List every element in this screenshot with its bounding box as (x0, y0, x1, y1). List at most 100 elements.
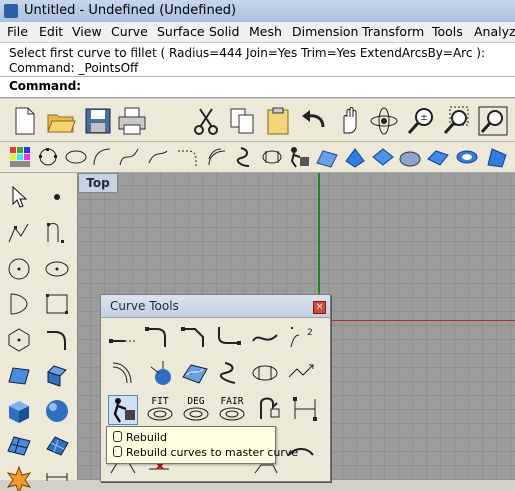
app-icon (4, 4, 18, 18)
point-icon[interactable] (44, 184, 70, 210)
fillet-corner-icon[interactable] (143, 323, 171, 351)
x-axis-line (320, 320, 515, 321)
offset-curve-tool-icon[interactable] (109, 359, 137, 387)
cylinder-curves-icon[interactable] (260, 145, 284, 169)
menu-bar: File Edit View Curve Surface Solid Mesh … (0, 22, 515, 43)
fit-curve-icon[interactable] (146, 405, 174, 423)
main-toolbar: ± (0, 99, 515, 142)
window-title: Untitled - Undefined (Undefined) (24, 3, 237, 18)
copy-icon[interactable] (226, 105, 258, 137)
save-icon[interactable] (82, 105, 114, 137)
command-history: Select first curve to fillet ( Radius=44… (9, 46, 485, 60)
menu-edit[interactable]: Edit (39, 24, 63, 39)
tooltip-line-2: Rebuild curves to master curve (113, 446, 298, 459)
command-prompt[interactable]: Command: (9, 79, 81, 93)
panel-titlebar[interactable]: Curve Tools × (101, 295, 330, 318)
color-grid-icon[interactable] (8, 145, 32, 169)
freeform-icon[interactable] (146, 145, 170, 169)
cut-icon[interactable] (190, 105, 222, 137)
undo-icon[interactable] (297, 105, 329, 137)
zoom-window-icon[interactable] (440, 105, 472, 137)
ellipse-icon[interactable] (64, 145, 88, 169)
surface-corner-icon[interactable] (6, 362, 32, 388)
offset-curve-icon[interactable] (205, 145, 229, 169)
menu-solid[interactable]: Solid (209, 24, 239, 39)
menu-analyze[interactable]: Analyze (474, 24, 515, 39)
rectangle-icon[interactable] (44, 291, 70, 317)
menu-mesh[interactable]: Mesh (249, 24, 282, 39)
menu-tools[interactable]: Tools (432, 24, 463, 39)
panel-title: Curve Tools (110, 299, 179, 313)
rebuild-curve-icon[interactable] (108, 395, 138, 425)
curve-on-surface-icon[interactable] (181, 359, 209, 387)
mesh-plane-icon[interactable] (6, 433, 32, 459)
polyline-through-points-icon[interactable] (287, 359, 315, 387)
surface-sweep-icon[interactable] (398, 145, 422, 169)
tooltip-line-1: Rebuild (113, 431, 167, 444)
command-history-2: Command: _PointsOff (9, 61, 139, 75)
surface-loft-icon[interactable] (371, 145, 395, 169)
menu-dimension[interactable]: Dimension (292, 24, 358, 39)
tooltip-text-1: Rebuild (126, 431, 167, 444)
menu-file[interactable]: File (7, 24, 28, 39)
new-icon[interactable] (8, 105, 40, 137)
blend-curves-icon[interactable] (251, 323, 279, 351)
ellipse-tool-icon[interactable] (44, 256, 70, 282)
explode-icon[interactable] (6, 465, 32, 491)
dimension-icon[interactable] (44, 465, 70, 491)
menu-curve[interactable]: Curve (111, 24, 148, 39)
select-arrow-icon[interactable] (6, 184, 32, 210)
tooltip-text-2: Rebuild curves to master curve (126, 446, 299, 459)
fair-curve-icon[interactable] (218, 405, 246, 423)
surface-patch-icon[interactable] (343, 145, 367, 169)
surface-revolve-icon[interactable] (426, 145, 450, 169)
connect-icon[interactable] (215, 323, 243, 351)
extrude-surface-icon[interactable] (44, 362, 70, 388)
mesh-sphere-icon[interactable] (44, 433, 70, 459)
paste-icon[interactable] (262, 105, 294, 137)
sphere-icon[interactable] (44, 398, 70, 424)
refit-curve-icon[interactable] (255, 395, 283, 423)
fillet-icon[interactable] (44, 327, 70, 353)
circle-points-icon[interactable] (36, 145, 60, 169)
viewport-label[interactable]: Top (78, 173, 118, 193)
pan-icon[interactable] (334, 105, 366, 137)
pipe-icon[interactable] (251, 359, 279, 387)
left-toolbar (0, 173, 78, 491)
open-icon[interactable] (45, 105, 77, 137)
zoom-in-out-icon[interactable]: ± (405, 105, 437, 137)
curve-icon[interactable] (117, 145, 141, 169)
rebuild-icon[interactable] (287, 145, 311, 169)
print-icon[interactable] (116, 105, 148, 137)
menu-view[interactable]: View (72, 24, 102, 39)
change-degree-icon[interactable] (291, 395, 319, 423)
surface-planar-icon[interactable] (455, 145, 479, 169)
command-separator (0, 76, 515, 77)
blend-icon[interactable] (233, 145, 257, 169)
circle-icon[interactable] (6, 256, 32, 282)
fillet-curve-icon[interactable] (176, 145, 200, 169)
helix-icon[interactable] (215, 359, 243, 387)
zoom-extents-icon[interactable] (477, 105, 509, 137)
rebuild-tooltip: Rebuild Rebuild curves to master curve (106, 426, 298, 464)
surface-network-icon[interactable] (484, 145, 508, 169)
curve-points-icon[interactable] (44, 220, 70, 246)
arc-icon[interactable] (90, 145, 114, 169)
arc-tool-icon[interactable] (6, 291, 32, 317)
polygon-icon[interactable] (6, 327, 32, 353)
degree-curve-icon[interactable] (182, 405, 210, 423)
extend-curve-icon[interactable] (109, 323, 137, 351)
svg-text:2: 2 (307, 328, 313, 338)
chamfer-icon[interactable] (179, 323, 207, 351)
rotate-view-icon[interactable] (368, 105, 400, 137)
command-area: Select first curve to fillet ( Radius=44… (0, 43, 515, 98)
surface-grid-icon[interactable] (315, 145, 339, 169)
box-icon[interactable] (6, 398, 32, 424)
project-to-sphere-icon[interactable] (147, 359, 175, 387)
menu-transform[interactable]: Transform (362, 24, 424, 39)
curve-degree-icon[interactable]: 2 (287, 323, 315, 351)
polyline-icon[interactable] (6, 220, 32, 246)
menu-surface[interactable]: Surface (157, 24, 205, 39)
left-mouse-icon (113, 431, 122, 442)
panel-close-icon[interactable]: × (313, 301, 326, 314)
